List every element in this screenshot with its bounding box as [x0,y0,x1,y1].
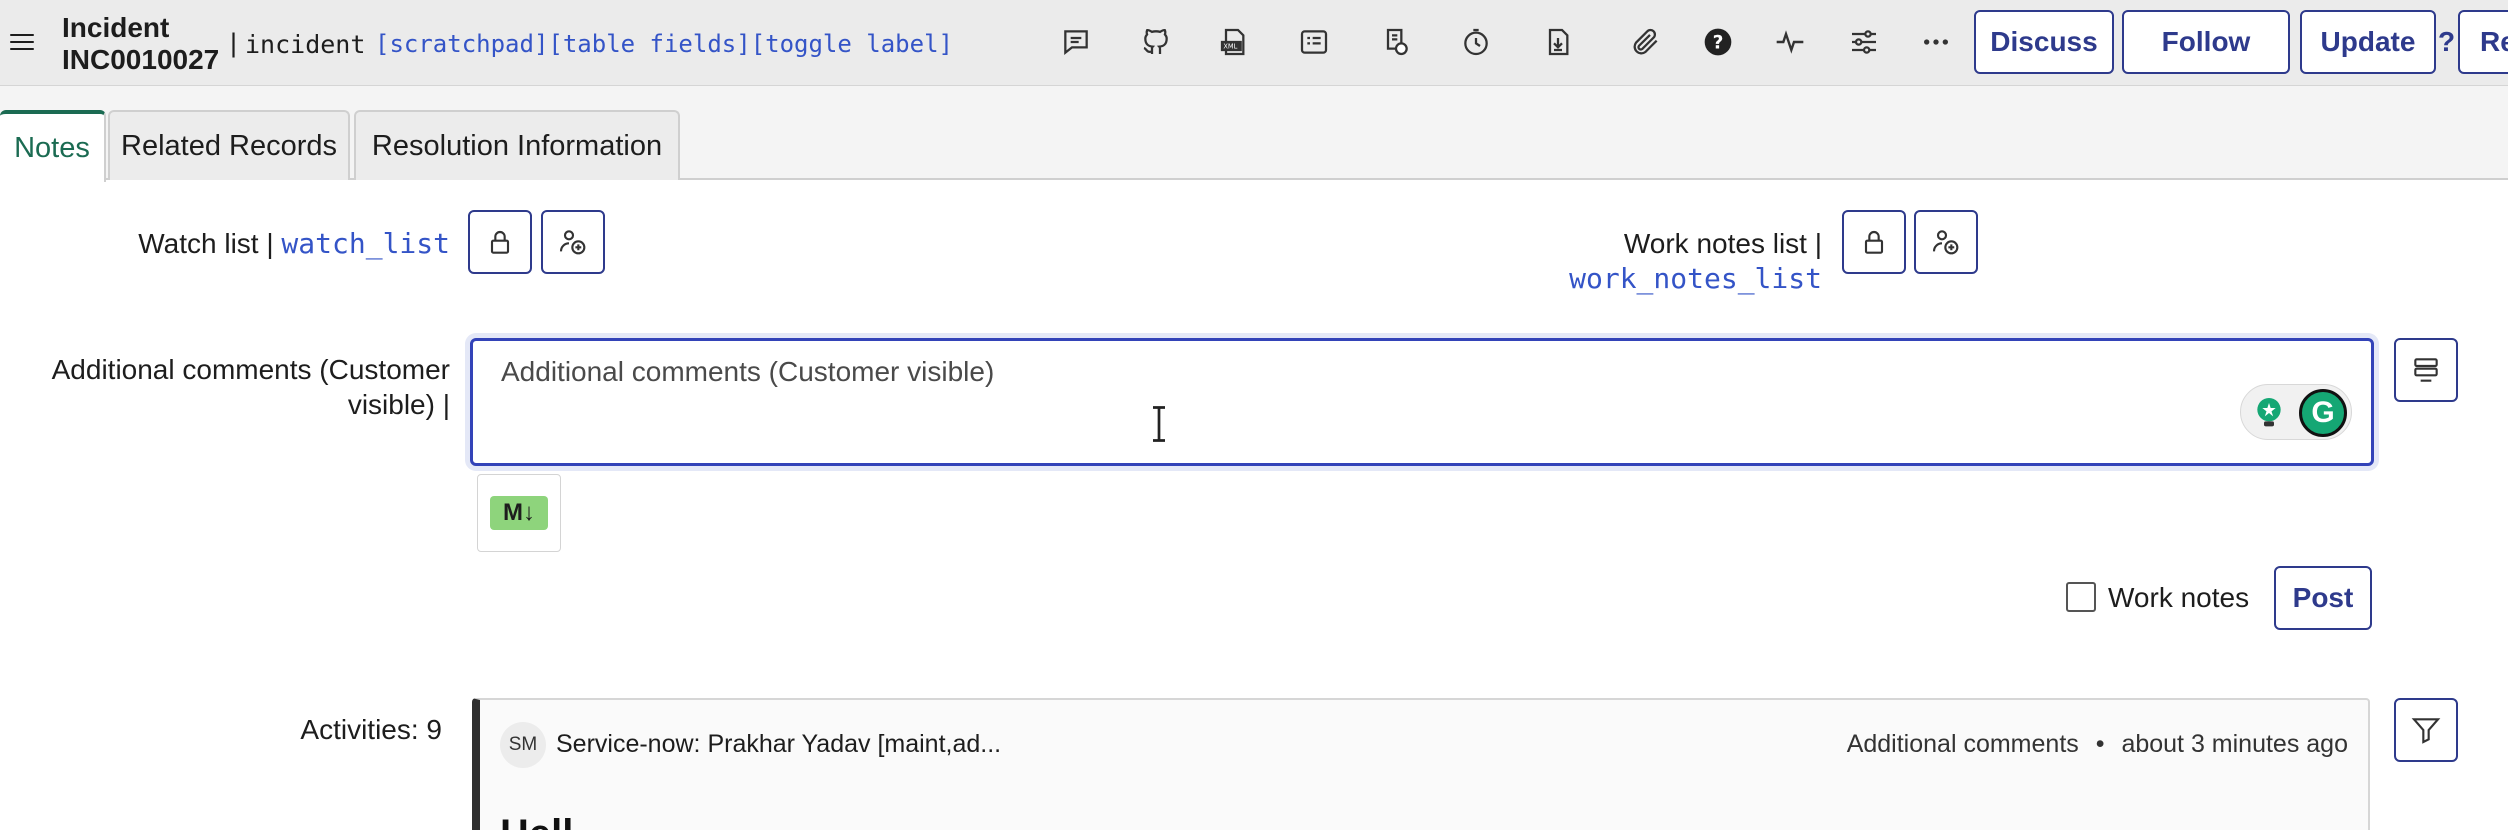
github-icon[interactable] [1138,24,1174,60]
title-separator: | [230,28,238,58]
additional-comments-textarea[interactable]: Additional comments (Customer visible) [470,338,2374,466]
lock-icon [490,231,510,254]
activity-pulse-icon[interactable] [1772,24,1808,60]
debug-links: [scratchpad][table fields][toggle label] [375,30,953,58]
comment-icon[interactable] [1058,24,1094,60]
activity-time: about 3 minutes ago [2121,730,2348,758]
record-number: INC0010027 [62,44,220,75]
record-type: Incident [62,12,170,43]
work-notes-list-label: Work notes list | [1623,228,1822,259]
tab-related-records[interactable]: Related Records [108,110,350,180]
watch-list-lock-button[interactable] [468,210,532,274]
download-icon[interactable] [1540,24,1576,60]
activity-body: Hell [500,812,573,830]
follow-button[interactable]: Follow [2122,10,2290,74]
additional-comments-label-line2: visible) | [347,389,450,420]
history-icon[interactable] [1458,24,1494,60]
svg-text:?: ? [1713,33,1724,54]
script-icon[interactable] [1378,24,1414,60]
activity-type: Additional comments [1846,730,2079,758]
table-name: incident [245,30,366,59]
markdown-icon: M↓ [490,496,548,530]
discuss-button[interactable]: Discuss [1974,10,2114,74]
post-button[interactable]: Post [2274,566,2372,630]
resolve-button-partial[interactable]: Re [2458,10,2508,74]
expand-textarea-button[interactable] [2394,338,2458,402]
additional-comments-placeholder: Additional comments (Customer visible) [501,356,995,387]
list-icon[interactable] [1296,24,1332,60]
add-user-icon [559,230,586,255]
toggle-label-link[interactable]: [toggle label] [751,30,953,58]
scratchpad-link[interactable]: [scratchpad] [375,30,548,58]
header-question: ? [2438,26,2456,57]
work-notes-checkbox-label[interactable]: Work notes [2108,580,2249,615]
avatar: SM [500,722,546,768]
attachment-icon[interactable] [1628,24,1664,60]
watch-list-label: Watch list | [138,228,274,259]
additional-comments-label-line1: Additional comments (Customer [51,354,450,385]
watch-list-add-me-button[interactable] [541,210,605,274]
work-notes-list-row-label: Work notes list | work_notes_list [1400,226,1822,296]
xml-icon[interactable]: XML [1216,24,1252,60]
more-icon[interactable] [1918,24,1954,60]
help-icon[interactable]: ? [1700,24,1736,60]
table-fields-link[interactable]: [table fields] [548,30,750,58]
activity-meta: Additional comments • about 3 minutes ag… [1847,730,2348,759]
grammarly-icon: G [2299,389,2347,437]
settings-sliders-icon[interactable] [1846,24,1882,60]
additional-comments-label: Additional comments (Customer visible) | [0,352,450,422]
filter-icon [2411,718,2441,744]
activity-bullet: • [2095,730,2105,758]
stacked-layout-icon [2414,358,2438,382]
tab-notes[interactable]: Notes [0,110,106,182]
update-button[interactable]: Update [2300,10,2436,74]
watch-list-field[interactable]: watch_list [281,227,450,260]
activity-entry [472,698,2370,830]
activity-filter-button[interactable] [2394,698,2458,762]
markdown-toggle[interactable]: M↓ [477,474,561,552]
grammarly-widget[interactable]: G [2240,384,2352,440]
svg-text:XML: XML [1223,43,1237,51]
work-notes-checkbox[interactable] [2066,582,2096,612]
add-user-icon [1932,230,1959,255]
lightbulb-icon [2257,398,2281,427]
work-notes-list-add-me-button[interactable] [1914,210,1978,274]
hamburger-icon[interactable] [10,30,34,54]
work-notes-list-field[interactable]: work_notes_list [1400,261,1822,296]
form-header: Incident INC0010027 | incident [scratchp… [0,0,2508,86]
activities-count-label: Activities: 9 [300,714,442,745]
lock-icon [1864,231,1884,254]
record-title: Incident INC0010027 [62,12,219,76]
text-cursor-icon [1153,406,1165,442]
activity-author: Service-now: Prakhar Yadav [maint,ad... [556,730,1002,758]
tab-resolution-information[interactable]: Resolution Information [354,110,680,180]
watch-list-row-label: Watch list | watch_list [0,226,450,261]
work-notes-list-lock-button[interactable] [1842,210,1906,274]
